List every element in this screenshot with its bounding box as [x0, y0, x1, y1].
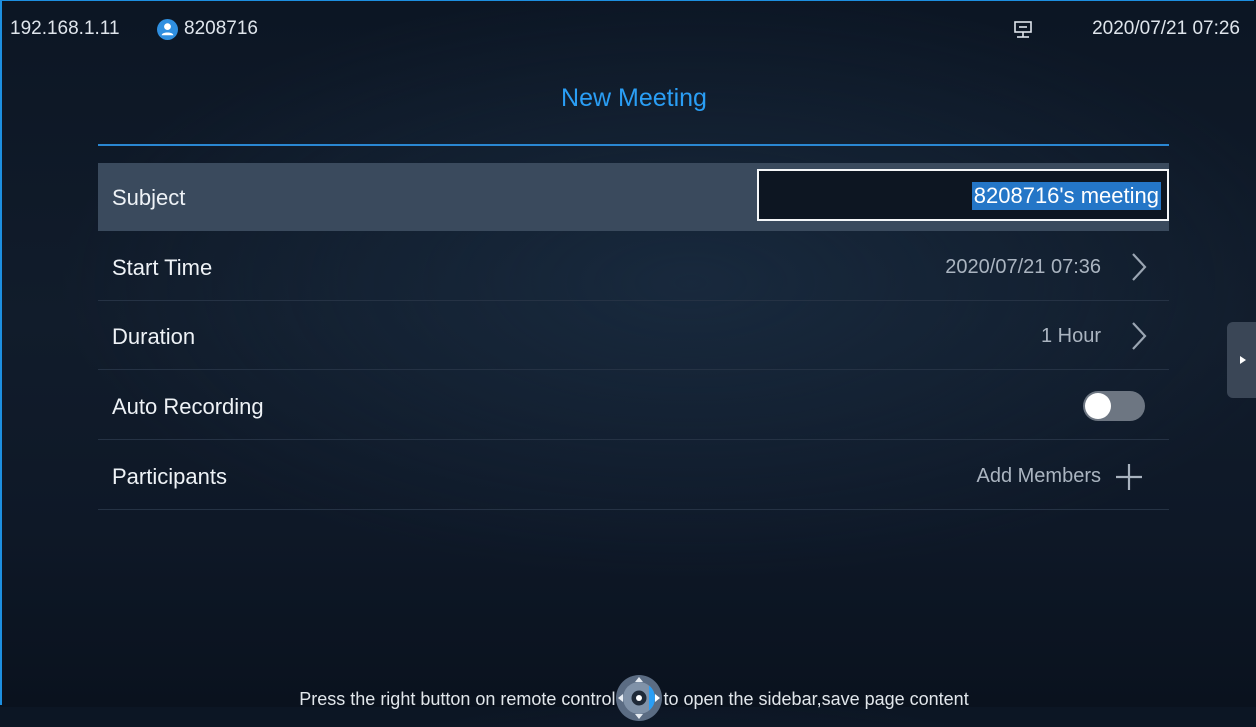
sidebar-open-tab[interactable] [1227, 322, 1256, 398]
auto-recording-label: Auto Recording [112, 394, 264, 419]
start-time-value: 2020/07/21 07:36 [945, 256, 1101, 278]
duration-row[interactable]: Duration 1 Hour [98, 302, 1169, 370]
status-bar: 192.168.1.11 8208716 2020/07/21 07:26 [0, 0, 1256, 56]
title-divider [98, 144, 1169, 146]
chevron-right-icon [1131, 321, 1147, 356]
user-icon [157, 19, 178, 40]
toggle-knob [1085, 393, 1111, 419]
ip-address: 192.168.1.11 [10, 18, 120, 39]
hint-text-before: Press the right button on remote control [299, 688, 616, 709]
subject-value: 8208716's meeting [971, 182, 1161, 210]
chevron-right-icon [1131, 252, 1147, 287]
subject-label: Subject [112, 185, 186, 210]
auto-recording-row: Auto Recording [98, 372, 1169, 440]
subject-row[interactable]: Subject 8208716's meeting [98, 163, 1169, 231]
duration-value: 1 Hour [1040, 325, 1101, 347]
hint-text-after: to open the sidebar,save page content [663, 688, 969, 709]
subject-input[interactable]: 8208716's meeting [757, 169, 1169, 221]
participants-row[interactable]: Participants Add Members [98, 442, 1169, 510]
remote-dpad-icon [615, 674, 663, 722]
add-members-link[interactable]: Add Members [977, 465, 1102, 488]
participants-label: Participants [112, 464, 227, 489]
network-icon [1013, 20, 1033, 45]
start-time-row[interactable]: Start Time 2020/07/21 07:36 [98, 233, 1169, 301]
auto-recording-toggle[interactable] [1083, 391, 1145, 421]
remote-hint: Press the right button on remote control… [0, 674, 1256, 724]
duration-label: Duration [112, 324, 196, 349]
caret-right-icon [1240, 356, 1246, 364]
account-extension: 8208716 [184, 18, 258, 39]
plus-icon[interactable] [1114, 462, 1144, 497]
page-title: New Meeting [561, 84, 707, 112]
start-time-label: Start Time [112, 255, 213, 280]
status-datetime: 2020/07/21 07:26 [1092, 18, 1240, 39]
